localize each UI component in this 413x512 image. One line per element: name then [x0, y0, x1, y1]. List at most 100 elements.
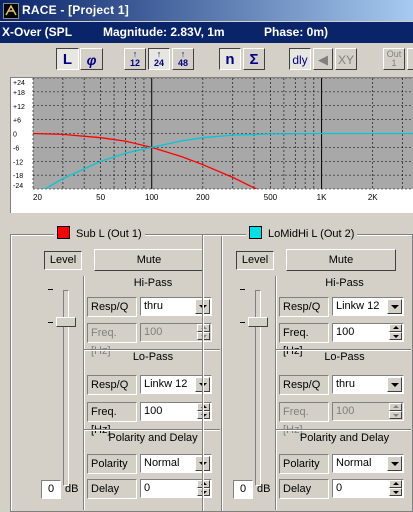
channel-2-poldelay-title: Polarity and Delay [299, 432, 390, 444]
slope-48-label: 48 [177, 58, 188, 68]
xy-button[interactable]: XY [335, 48, 357, 70]
channel-2-hipass-freq-value: 100 [336, 326, 355, 338]
channel-2-level-value[interactable]: 0 [233, 480, 253, 499]
channel-2-delay-input[interactable]: 0 [332, 479, 404, 498]
output-button[interactable]: Out 1 [383, 48, 405, 70]
chart-x-tick-label: 1K [317, 193, 327, 202]
channel-1-polarity-value: Normal [144, 457, 180, 469]
channel-1-level-value[interactable]: 0 [41, 480, 61, 499]
channel-1-level-thumb[interactable] [56, 317, 76, 327]
phase-view-button[interactable]: φ [80, 48, 103, 70]
channel-2-tick [240, 322, 245, 323]
spin-down-icon[interactable] [389, 332, 402, 340]
spin-up-icon[interactable] [389, 403, 402, 411]
channel-1-hipass-title: Hi-Pass [133, 277, 173, 289]
magnitude-view-button[interactable]: L [56, 48, 79, 70]
slope-12-label: 12 [129, 58, 140, 68]
phase-label: Phase: 0m) [264, 25, 329, 39]
channel-2-level-button[interactable]: Level [236, 251, 274, 270]
channel-2-polarity-label: Polarity [279, 454, 329, 474]
chevron-down-icon[interactable] [387, 299, 402, 314]
chart-x-tick-label: 50 [96, 193, 105, 202]
channel-1-poldelay-title: Polarity and Delay [108, 432, 198, 444]
channel-1-hipass-resp-value: thru [144, 300, 163, 312]
slope-24-label: 24 [153, 58, 164, 68]
channel-1-lopass-freq-value: 100 [144, 405, 163, 417]
chart-y-tick-label: +12 [13, 104, 25, 111]
channel-2-level-thumb[interactable] [248, 317, 268, 327]
spin-down-icon[interactable] [389, 411, 402, 419]
channel-2-db-label: dB [257, 483, 271, 495]
channel-1-delay-label: Delay [87, 479, 137, 499]
channel-1-polarity-label: Polarity [87, 454, 137, 474]
spin-up-icon[interactable] [389, 480, 402, 488]
sum-button[interactable]: Σ [243, 48, 265, 70]
delay-button[interactable]: dly [289, 48, 311, 70]
channel-1-header: Sub L (Out 1) [54, 226, 145, 242]
channel-2-mute-button[interactable]: Mute [286, 249, 396, 271]
channel-1-separator [84, 429, 220, 431]
channel-2-polarity-select[interactable]: Normal [332, 454, 404, 473]
channel-2-hipass-resp-value: Linkw 12 [336, 300, 380, 312]
chart-x-tick-label: 200 [196, 193, 210, 202]
channel-2-delay-value: 0 [336, 482, 343, 494]
channel-1-tick [48, 322, 53, 323]
chevron-down-icon[interactable] [387, 377, 402, 392]
channel-1-title: Sub L (Out 1) [76, 228, 142, 240]
channel-panel-2: LoMidHi L (Out 2) Level Mute 0 dB Hi-Pas… [202, 226, 413, 512]
channel-1-lopass-resp-label: Resp/Q [87, 375, 137, 395]
graph-info-bar: X-Over (SPL Magnitude: 2.83V, 1m Phase: … [0, 22, 413, 43]
chart-svg: +24 +18 +12 +6 0 -6 -12 -18 -24 20 50 100 200 500 1K 2K [11, 78, 413, 202]
single-channel-button[interactable]: n [219, 48, 241, 70]
channel-2-hipass-title: Hi-Pass [325, 277, 364, 289]
channel-1-mute-button[interactable]: Mute [94, 249, 204, 271]
channel-1-divider [83, 276, 85, 510]
chart-x-tick-label: 500 [264, 193, 278, 202]
channel-2-divider [275, 276, 277, 510]
channel-2-separator [276, 429, 411, 431]
channel-1-db-label: dB [65, 483, 79, 495]
channel-1-lopass-resp-value: Linkw 12 [144, 378, 188, 390]
chart-y-tick-label: 0 [13, 132, 17, 139]
magnitude-label: Magnitude: 2.83V, 1m [103, 25, 225, 39]
graph-mode-label: X-Over (SPL [2, 25, 73, 39]
spin-down-icon[interactable] [389, 488, 402, 496]
chart-y-tick-label: -6 [13, 145, 19, 152]
window-title: RACE - [Project 1] [22, 3, 129, 17]
channel-2-lopass-freq-label: Freq.[Hz] [279, 402, 329, 436]
channel-2-hipass-resp-label: Resp/Q [279, 297, 329, 317]
channel-2-hipass-freq-input[interactable]: 100 [332, 323, 404, 342]
channel-2-color-swatch[interactable] [249, 226, 262, 239]
toolbar: L φ ↑ 12 ↑ 24 ↑ 48 n Σ dly ◀ XY Out 1 [0, 44, 413, 74]
chevron-down-icon[interactable] [387, 456, 402, 471]
channel-2-hipass-freq-label: Freq.[Hz] [279, 323, 329, 357]
channel-2-lopass-resp-value: thru [336, 378, 355, 390]
spin-up-icon[interactable] [389, 324, 402, 332]
toolbar-overflow[interactable] [407, 48, 413, 70]
channel-2-lopass-resp-label: Resp/Q [279, 375, 329, 395]
frequency-response-graph[interactable]: +24 +18 +12 +6 0 -6 -12 -18 -24 20 50 100 200 500 1K 2K [10, 77, 413, 213]
chart-y-tick-label: -12 [13, 159, 23, 166]
channel-panel-1: Sub L (Out 1) Level Mute 0 dB Hi-Pass Re… [10, 226, 222, 512]
chart-x-tick-label: 2K [368, 193, 378, 202]
channel-1-hipass-freq-value: 100 [144, 326, 163, 338]
channel-2-header: LoMidHi L (Out 2) [246, 226, 358, 242]
channel-2-lopass-freq-input[interactable]: 100 [332, 402, 404, 421]
chart-x-tick-label: 100 [145, 193, 159, 202]
slope-48-button[interactable]: ↑ 48 [172, 48, 194, 70]
slope-24-button[interactable]: ↑ 24 [148, 48, 170, 70]
speaker-icon[interactable]: ◀ [313, 48, 333, 70]
channel-1-level-button[interactable]: Level [44, 251, 82, 270]
app-icon[interactable] [3, 3, 19, 19]
channel-2-lopass-resp-select[interactable]: thru [332, 375, 404, 394]
channel-1-lopass-freq-label: Freq.[Hz] [87, 402, 137, 436]
channel-2-delay-label: Delay [279, 479, 329, 499]
channel-2-hipass-resp-select[interactable]: Linkw 12 [332, 297, 404, 316]
channel-2-polarity-value: Normal [336, 457, 372, 469]
channel-2-title: LoMidHi L (Out 2) [268, 228, 355, 240]
chart-y-tick-label: +6 [13, 118, 21, 125]
channel-2-lopass-freq-value: 100 [336, 405, 355, 417]
channel-1-color-swatch[interactable] [57, 226, 70, 239]
slope-12-button[interactable]: ↑ 12 [124, 48, 146, 70]
channel-1-tick [48, 289, 53, 290]
